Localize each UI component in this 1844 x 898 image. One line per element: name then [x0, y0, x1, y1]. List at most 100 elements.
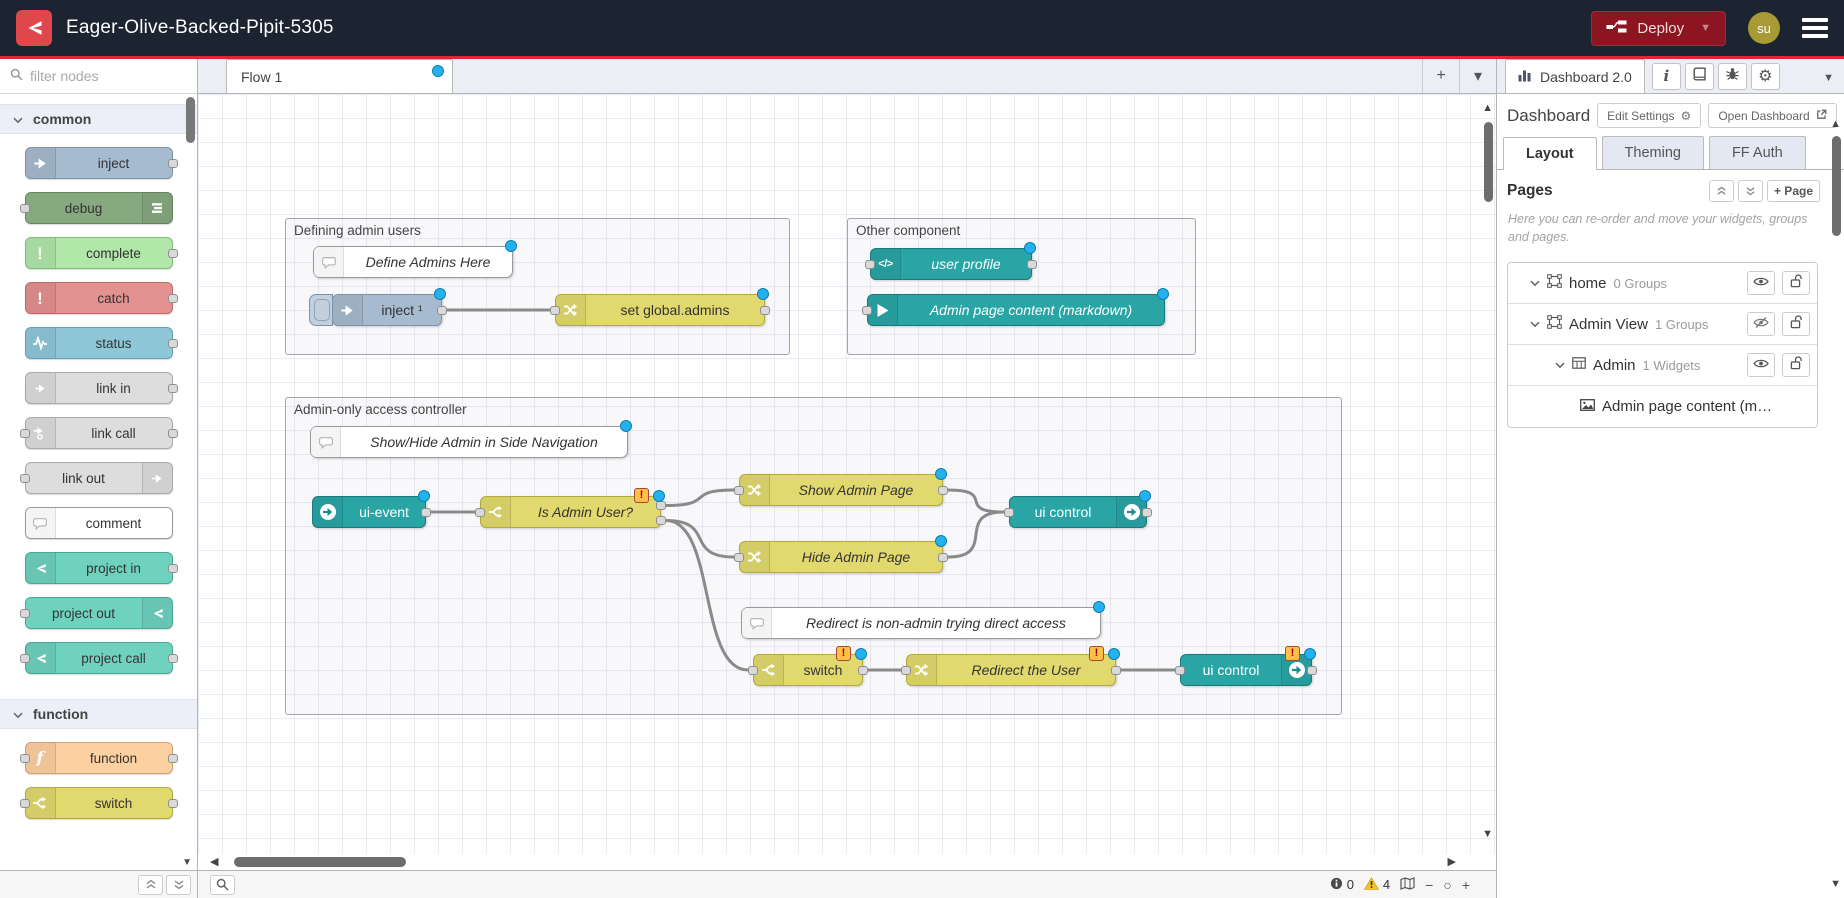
inject-button[interactable] [309, 294, 333, 326]
node-ui-control-bottom[interactable]: ui control! [1180, 654, 1312, 686]
canvas-scroll-right-icon[interactable]: ▶ [1448, 855, 1456, 868]
output-port[interactable] [1111, 666, 1121, 675]
output-port[interactable] [168, 564, 178, 573]
canvas-scroll-up-icon[interactable]: ▲ [1482, 102, 1493, 114]
canvas-scroll-down-icon[interactable]: ▼ [1482, 828, 1493, 840]
sidebar-tabs-caret-icon[interactable]: ▼ [1823, 72, 1834, 84]
palette-scroll-down-icon[interactable]: ▼ [182, 857, 192, 868]
palette-node-project-in[interactable]: project in [25, 552, 173, 584]
output-port[interactable] [437, 306, 447, 315]
palette-node-inject[interactable]: inject [25, 147, 173, 179]
output-port[interactable] [760, 306, 770, 315]
node-ui-control-top[interactable]: ui control [1009, 496, 1147, 528]
open-dashboard-button[interactable]: Open Dashboard [1708, 103, 1836, 128]
deploy-options-caret-icon[interactable]: ▼ [1700, 22, 1711, 34]
canvas-search-button[interactable] [210, 875, 235, 895]
wire-hide-admin-page-to-ui-control-top[interactable] [948, 512, 1004, 557]
input-port[interactable] [20, 429, 30, 438]
user-avatar[interactable]: su [1748, 12, 1780, 44]
node-red-logo-icon[interactable] [16, 10, 52, 46]
output-port[interactable] [168, 429, 178, 438]
input-port[interactable] [734, 553, 744, 562]
output-port[interactable] [421, 508, 431, 517]
output-port-1[interactable] [656, 501, 666, 510]
output-port[interactable] [858, 666, 868, 675]
toggle-visibility-button[interactable] [1747, 271, 1775, 295]
tab-flow-1[interactable]: Flow 1 [226, 59, 453, 93]
flow-list-button[interactable]: ▾ [1459, 59, 1496, 93]
palette-node-switch[interactable]: switch [25, 787, 173, 819]
input-port[interactable] [550, 306, 560, 315]
chevron-down-icon[interactable] [1530, 274, 1540, 292]
output-port[interactable] [1307, 666, 1317, 675]
node-comment-redirect[interactable]: Redirect is non-admin trying direct acce… [741, 607, 1101, 639]
output-port[interactable] [1142, 508, 1152, 517]
palette-category-common[interactable]: common [0, 104, 197, 134]
input-port[interactable] [865, 260, 875, 269]
sidebar-tool-bug-icon[interactable] [1718, 63, 1747, 90]
palette-scrollbar[interactable] [186, 97, 195, 143]
palette-node-project-call[interactable]: project call [25, 642, 173, 674]
sidebar-scroll-down-icon[interactable]: ▼ [1830, 878, 1841, 890]
output-port[interactable] [168, 384, 178, 393]
node-switch-node[interactable]: switch! [753, 654, 863, 686]
sidebar-scrollbar[interactable] [1832, 136, 1841, 236]
canvas-scroll-left-icon[interactable]: ◀ [210, 855, 218, 868]
node-admin-page-content[interactable]: Admin page content (markdown) [867, 294, 1165, 326]
tab-theming[interactable]: Theming [1602, 136, 1704, 169]
node-redirect-the-user[interactable]: Redirect the User! [906, 654, 1116, 686]
palette-node-link-in[interactable]: link in [25, 372, 173, 404]
zoom-in-button[interactable]: + [1462, 877, 1470, 893]
wire-is-admin-user-to-switch-node[interactable] [666, 521, 748, 671]
toggle-lock-button[interactable] [1782, 353, 1810, 377]
input-port[interactable] [901, 666, 911, 675]
palette-node-project-out[interactable]: project out [25, 597, 173, 629]
tab-ff-auth[interactable]: FF Auth [1709, 136, 1806, 169]
navigator-map-icon[interactable] [1400, 877, 1415, 893]
node-comment-show-hide[interactable]: Show/Hide Admin in Side Navigation [310, 426, 628, 458]
sidebar-tool-book-icon[interactable] [1685, 63, 1714, 90]
palette-node-link-out[interactable]: link out [25, 462, 173, 494]
output-port[interactable] [168, 339, 178, 348]
node-comment-define-admins[interactable]: Define Admins Here [313, 246, 513, 278]
node-inject-1[interactable]: inject ¹ [332, 294, 442, 326]
node-is-admin-user[interactable]: Is Admin User?! [480, 496, 661, 528]
palette-node-complete[interactable]: !complete [25, 237, 173, 269]
toggle-visibility-button[interactable] [1747, 353, 1775, 377]
tree-row-admin-page-content-m[interactable]: Admin page content (m… [1508, 386, 1817, 427]
tree-row-home[interactable]: home0 Groups [1508, 263, 1817, 304]
palette-node-debug[interactable]: debug [25, 192, 173, 224]
sidebar-tool-gear-icon[interactable]: ⚙ [1751, 63, 1780, 90]
chevron-down-icon[interactable] [1530, 315, 1540, 333]
output-port[interactable] [168, 799, 178, 808]
palette-node-link-call[interactable]: link call [25, 417, 173, 449]
add-flow-button[interactable]: + [1422, 59, 1459, 93]
tree-row-admin[interactable]: Admin1 Widgets [1508, 345, 1817, 386]
input-port[interactable] [20, 754, 30, 763]
output-port[interactable] [168, 249, 178, 258]
palette-filter-input[interactable]: filter nodes [0, 59, 197, 94]
palette-collapse-all-button[interactable] [138, 875, 163, 895]
output-port[interactable] [168, 754, 178, 763]
output-port[interactable] [1027, 260, 1037, 269]
palette-node-comment[interactable]: comment [25, 507, 173, 539]
palette-node-status[interactable]: status [25, 327, 173, 359]
deploy-button[interactable]: Deploy ▼ [1591, 11, 1726, 46]
input-port[interactable] [1175, 666, 1185, 675]
tab-layout[interactable]: Layout [1503, 137, 1597, 170]
input-port[interactable] [748, 666, 758, 675]
warning-count[interactable]: 4 [1364, 877, 1390, 893]
sidebar-tool-info-icon[interactable]: i [1652, 63, 1681, 90]
zoom-reset-button[interactable]: ○ [1443, 877, 1451, 893]
main-menu-button[interactable] [1802, 18, 1828, 38]
pages-collapse-button[interactable] [1709, 180, 1734, 202]
palette-node-function[interactable]: ffunction [25, 742, 173, 774]
pages-expand-button[interactable] [1738, 180, 1763, 202]
node-show-admin-page[interactable]: Show Admin Page [739, 474, 943, 506]
input-port[interactable] [20, 474, 30, 483]
palette-node-catch[interactable]: !catch [25, 282, 173, 314]
chevron-down-icon[interactable] [1555, 356, 1565, 374]
output-port[interactable] [168, 294, 178, 303]
wire-is-admin-user-to-show-admin-page[interactable] [666, 490, 734, 506]
output-port[interactable] [168, 159, 178, 168]
